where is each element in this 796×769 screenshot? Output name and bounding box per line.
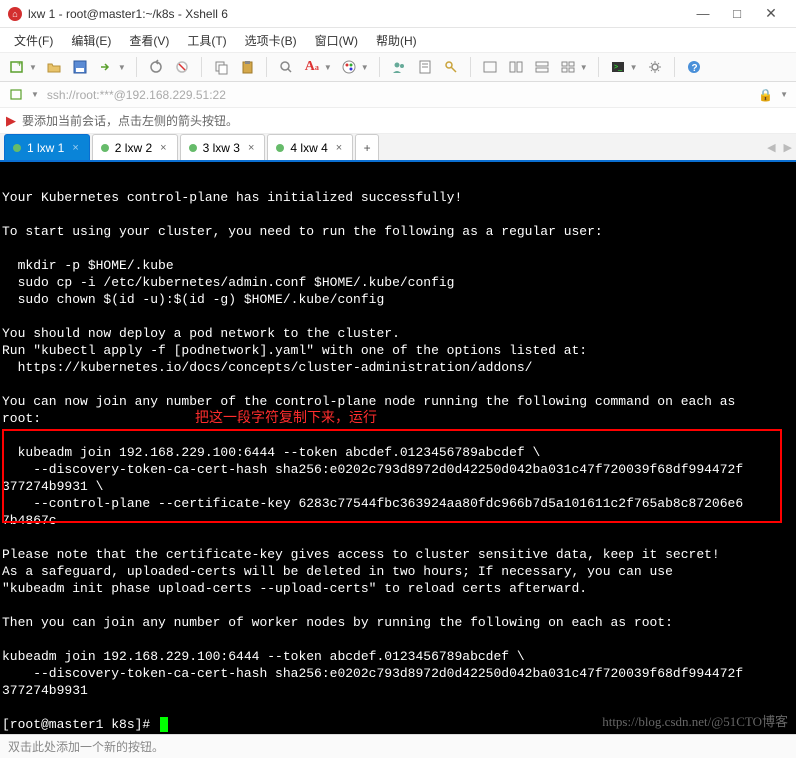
layout2-icon[interactable] — [505, 56, 527, 78]
tab-2[interactable]: 2 lxw 2 × — [92, 134, 178, 160]
layout4-icon[interactable] — [557, 56, 579, 78]
toolbar-separator — [470, 57, 471, 77]
minimize-button[interactable]: — — [686, 3, 720, 25]
svg-text:?: ? — [691, 63, 697, 74]
dropdown-icon[interactable]: ▼ — [630, 63, 638, 72]
toolbar: +▼ ▼ Aa▼ ▼ ▼ >_▼ ? — [0, 52, 796, 82]
toolbar-separator — [266, 57, 267, 77]
annotation-text: 把这一段字符复制下来，运行 — [195, 409, 377, 426]
status-dot-icon — [101, 144, 109, 152]
window-title: lxw 1 - root@master1:~/k8s - Xshell 6 — [28, 7, 686, 21]
save-icon[interactable] — [69, 56, 91, 78]
tab-prev-icon[interactable]: ◀ — [763, 141, 779, 154]
copy-icon[interactable] — [210, 56, 232, 78]
menu-bar: 文件(F) 编辑(E) 查看(V) 工具(T) 选项卡(B) 窗口(W) 帮助(… — [0, 28, 796, 52]
disconnect-icon[interactable] — [171, 56, 193, 78]
terminal-pane[interactable]: Your Kubernetes control-plane has initia… — [0, 162, 796, 734]
terminal-icon[interactable]: >_ — [607, 56, 629, 78]
find-icon[interactable] — [275, 56, 297, 78]
menu-help[interactable]: 帮助(H) — [368, 30, 425, 51]
tab-label: 3 lxw 3 — [203, 141, 240, 155]
svg-text:>_: >_ — [614, 64, 622, 71]
tab-add-button[interactable]: + — [355, 134, 379, 160]
address-text[interactable]: ssh://root:***@192.168.229.51:22 — [47, 88, 752, 102]
tab-label: 2 lxw 2 — [115, 141, 152, 155]
menu-tabs[interactable]: 选项卡(B) — [237, 30, 305, 51]
tab-close-icon[interactable]: × — [248, 142, 254, 154]
menu-file[interactable]: 文件(F) — [6, 30, 61, 51]
plus-icon: + — [364, 141, 371, 155]
transfer-icon[interactable] — [95, 56, 117, 78]
toolbar-separator — [201, 57, 202, 77]
svg-text:+: + — [17, 59, 22, 69]
status-dot-icon — [189, 144, 197, 152]
tab-1[interactable]: 1 lxw 1 × — [4, 134, 90, 160]
menu-window[interactable]: 窗口(W) — [307, 30, 366, 51]
sessions-dropdown-icon[interactable] — [6, 84, 28, 106]
toolbar-separator — [598, 57, 599, 77]
status-bar[interactable]: 双击此处添加一个新的按钮。 — [0, 734, 796, 758]
tab-close-icon[interactable]: × — [72, 142, 78, 154]
script-icon[interactable] — [414, 56, 436, 78]
reconnect-icon[interactable] — [145, 56, 167, 78]
tab-4[interactable]: 4 lxw 4 × — [267, 134, 353, 160]
palette-icon[interactable] — [338, 56, 360, 78]
open-icon[interactable] — [43, 56, 65, 78]
layout3-icon[interactable] — [531, 56, 553, 78]
settings-icon[interactable] — [644, 56, 666, 78]
dropdown-icon[interactable]: ▼ — [29, 63, 37, 72]
tab-close-icon[interactable]: × — [336, 142, 342, 154]
users-icon[interactable] — [388, 56, 410, 78]
key-icon[interactable] — [440, 56, 462, 78]
close-button[interactable]: ✕ — [754, 3, 788, 25]
tab-label: 1 lxw 1 — [27, 141, 64, 155]
toolbar-separator — [136, 57, 137, 77]
flag-icon[interactable]: ▶ — [6, 113, 16, 129]
menu-tools[interactable]: 工具(T) — [179, 30, 234, 51]
font-icon[interactable]: Aa — [301, 56, 323, 78]
toolbar-separator — [379, 57, 380, 77]
dropdown-icon[interactable]: ▼ — [361, 63, 369, 72]
address-bar: ▼ ssh://root:***@192.168.229.51:22 🔒 ▼ — [0, 82, 796, 108]
tab-strip: 1 lxw 1 × 2 lxw 2 × 3 lxw 3 × 4 lxw 4 × … — [0, 134, 796, 162]
help-icon[interactable]: ? — [683, 56, 705, 78]
tab-close-icon[interactable]: × — [160, 142, 166, 154]
tip-bar: ▶ 要添加当前会话，点击左侧的箭头按钮。 — [0, 108, 796, 134]
status-dot-icon — [13, 144, 21, 152]
tab-next-icon[interactable]: ▶ — [780, 141, 796, 154]
toolbar-separator — [674, 57, 675, 77]
terminal-prompt: [root@master1 k8s]# — [2, 717, 158, 732]
lock-icon: 🔒 — [758, 88, 773, 102]
status-text: 双击此处添加一个新的按钮。 — [8, 738, 164, 755]
tab-3[interactable]: 3 lxw 3 × — [180, 134, 266, 160]
tab-label: 4 lxw 4 — [290, 141, 327, 155]
dropdown-icon[interactable]: ▼ — [324, 63, 332, 72]
paste-icon[interactable] — [236, 56, 258, 78]
dropdown-icon[interactable]: ▼ — [31, 90, 39, 99]
cursor-icon — [160, 717, 168, 732]
dropdown-icon[interactable]: ▼ — [118, 63, 126, 72]
terminal-output: Your Kubernetes control-plane has initia… — [2, 190, 743, 698]
app-icon: ⌂ — [8, 7, 22, 21]
watermark-text: https://blog.csdn.net/@51CTO博客 — [602, 713, 788, 730]
dropdown-icon[interactable]: ▼ — [780, 90, 788, 99]
new-session-icon[interactable]: + — [6, 56, 28, 78]
title-bar: ⌂ lxw 1 - root@master1:~/k8s - Xshell 6 … — [0, 0, 796, 28]
layout1-icon[interactable] — [479, 56, 501, 78]
tip-text: 要添加当前会话，点击左侧的箭头按钮。 — [22, 112, 238, 129]
status-dot-icon — [276, 144, 284, 152]
dropdown-icon[interactable]: ▼ — [580, 63, 588, 72]
maximize-button[interactable]: □ — [720, 3, 754, 25]
menu-edit[interactable]: 编辑(E) — [63, 30, 119, 51]
menu-view[interactable]: 查看(V) — [121, 30, 177, 51]
